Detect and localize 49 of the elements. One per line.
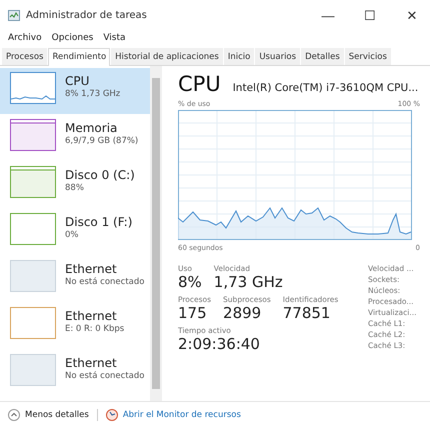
gauge-icon [106, 409, 118, 421]
close-button[interactable]: ✕ [394, 0, 430, 30]
stat-value: 2:09:36:40 [178, 335, 260, 353]
stat-value: 8% [178, 273, 202, 291]
item-detail: 0% [65, 230, 80, 240]
item-name: Disco 0 (C:) [65, 168, 135, 182]
maximize-button[interactable]: ☐ [352, 0, 388, 30]
sidebar-item[interactable]: Disco 0 (C:) 88% [0, 162, 150, 208]
sidebar-item[interactable]: CPU 8% 1,73 GHz [0, 68, 150, 114]
item-detail: 8% 1,73 GHz [65, 89, 120, 99]
item-detail: 88% [65, 183, 85, 193]
resource-monitor-link[interactable]: Abrir el Monitor de recursos [106, 409, 241, 421]
tab[interactable]: Rendimiento [48, 48, 110, 66]
sidebar-item[interactable]: Disco 1 (F:) 0% [0, 209, 150, 255]
stat-value: 1,73 GHz [214, 273, 283, 291]
item-detail: E: 0 R: 0 Kbps [65, 324, 124, 334]
menu-item[interactable]: Archivo [8, 33, 42, 43]
tab[interactable]: Usuarios [255, 48, 300, 65]
item-name: Ethernet [65, 262, 118, 276]
sidebar-item[interactable]: Memoria 6,9/7,9 GB (87%) [0, 115, 150, 161]
scrollbar[interactable] [150, 66, 162, 401]
sidebar-item[interactable]: Ethernet No está conectado [0, 256, 150, 302]
tab[interactable]: Procesos [2, 48, 48, 65]
item-name: CPU [65, 74, 90, 88]
minimize-button[interactable]: — [310, 0, 346, 30]
sidebar-item[interactable]: Ethernet No está conectado [0, 350, 150, 396]
item-name: Ethernet [65, 356, 118, 370]
stat-value: 2899 [223, 304, 262, 322]
stat-value: 175 [178, 304, 208, 322]
tab[interactable]: Inicio [224, 48, 254, 65]
tab[interactable]: Detalles [301, 48, 344, 65]
menu-item[interactable]: Vista [103, 33, 126, 43]
item-name: Ethernet [65, 309, 118, 323]
panel-title: CPU [178, 72, 221, 96]
processor-name: Intel(R) Core(TM) i7-3610QM CPU... [232, 82, 418, 94]
item-name: Disco 1 (F:) [65, 215, 132, 229]
chevron-up-icon [8, 409, 20, 421]
item-name: Memoria [65, 121, 118, 135]
window-title: Administrador de tareas [26, 10, 148, 20]
app-icon [8, 10, 20, 20]
item-detail: No está conectado [65, 371, 144, 381]
item-detail: 6,9/7,9 GB (87%) [65, 136, 138, 146]
item-detail: No está conectado [65, 277, 144, 287]
fewer-details-button[interactable]: Menos detalles [8, 409, 89, 421]
menu-item[interactable]: Opciones [52, 33, 94, 43]
sidebar-item[interactable]: Ethernet E: 0 R: 0 Kbps [0, 303, 150, 349]
stat-value: 77851 [282, 304, 332, 322]
tab[interactable]: Servicios [344, 48, 391, 65]
tab[interactable]: Historial de aplicaciones [111, 48, 223, 65]
